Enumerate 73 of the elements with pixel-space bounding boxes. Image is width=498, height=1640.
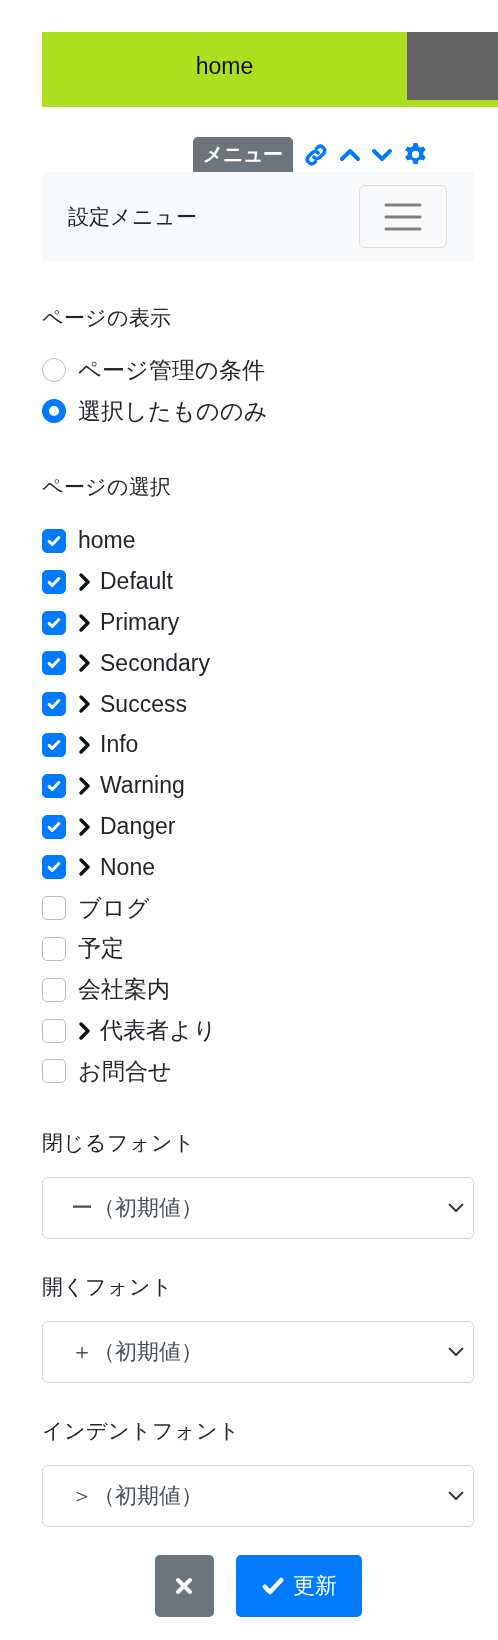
settings-icon[interactable] [403,142,428,167]
chevron-right-icon[interactable] [78,694,92,715]
page-label: お問合せ [78,1056,172,1086]
checkbox[interactable] [42,529,66,553]
radio-label: ページ管理の条件 [78,355,265,385]
radio-button[interactable] [42,358,66,383]
check-icon [47,697,61,712]
chevron-right-icon[interactable] [78,816,92,837]
page-label: Success [100,690,187,718]
page-label: Secondary [100,649,210,677]
radio-label: 選択したもののみ [78,396,268,426]
menu-badge: メニュー [193,137,293,172]
chevron-up-icon[interactable] [339,147,361,162]
checkbox[interactable] [42,1059,66,1084]
chevron-right-icon[interactable] [78,734,92,755]
navbar-title: 設定メニュー [68,203,197,230]
chevron-right-icon[interactable] [78,1020,92,1041]
page-label: ブログ [78,893,150,923]
page-label: None [100,853,155,881]
update-button[interactable]: 更新 [235,1554,362,1617]
checkbox[interactable] [42,732,66,757]
page-label: Danger [100,813,176,841]
header-title: home [194,51,255,81]
page-label: Primary [100,609,180,637]
page-label: Default [100,568,173,596]
field-label: 開くフォント [42,1273,174,1300]
page-label: 会社案内 [78,975,170,1005]
select-field[interactable]: ＋（初期値） [42,1320,474,1383]
section-label: ページの表示 [42,305,172,331]
check-icon [47,615,61,630]
checkbox[interactable] [42,896,66,921]
checkbox[interactable] [42,936,66,961]
checkbox[interactable] [42,1018,66,1043]
select-field[interactable]: ＞（初期値） [42,1464,474,1527]
chevron-right-icon[interactable] [78,653,92,674]
page-label: 予定 [78,934,124,964]
page-label: home [78,527,136,555]
checkbox[interactable] [42,692,66,717]
close-icon [176,1577,192,1594]
chevron-right-icon[interactable] [78,612,92,633]
check-icon [47,778,61,793]
check-icon [47,656,61,671]
cancel-button[interactable] [154,1554,214,1617]
chevron-right-icon[interactable] [78,571,92,592]
checkbox[interactable] [42,977,66,1002]
link-icon[interactable] [303,141,329,168]
section-label: ページの選択 [42,473,172,500]
chevron-down-icon [447,1345,465,1358]
check-icon [47,574,61,589]
check-icon [47,819,61,834]
chevron-down-icon [447,1201,465,1214]
checkbox[interactable] [42,651,66,676]
chevron-right-icon[interactable] [78,775,92,796]
menu-icon [384,202,422,231]
chevron-right-icon[interactable] [78,857,92,878]
check-icon [47,534,61,548]
check-icon [47,860,61,875]
radio-button[interactable] [42,399,66,424]
select-field[interactable]: ー（初期値） [42,1176,474,1239]
checkbox[interactable] [42,569,66,594]
checkbox[interactable] [42,773,66,798]
page-label: Warning [100,772,185,800]
field-label: インデントフォント [42,1417,241,1444]
page-label: Info [100,731,139,759]
chevron-down-icon[interactable] [371,147,393,162]
checkbox[interactable] [42,855,66,880]
chevron-down-icon [447,1489,465,1502]
checkbox[interactable] [42,610,66,635]
page-label: 代表者より [100,1016,217,1046]
field-label: 閉じるフォント [42,1129,196,1156]
menu-button[interactable] [359,185,447,248]
check-icon [47,737,61,752]
checkbox[interactable] [42,814,66,839]
